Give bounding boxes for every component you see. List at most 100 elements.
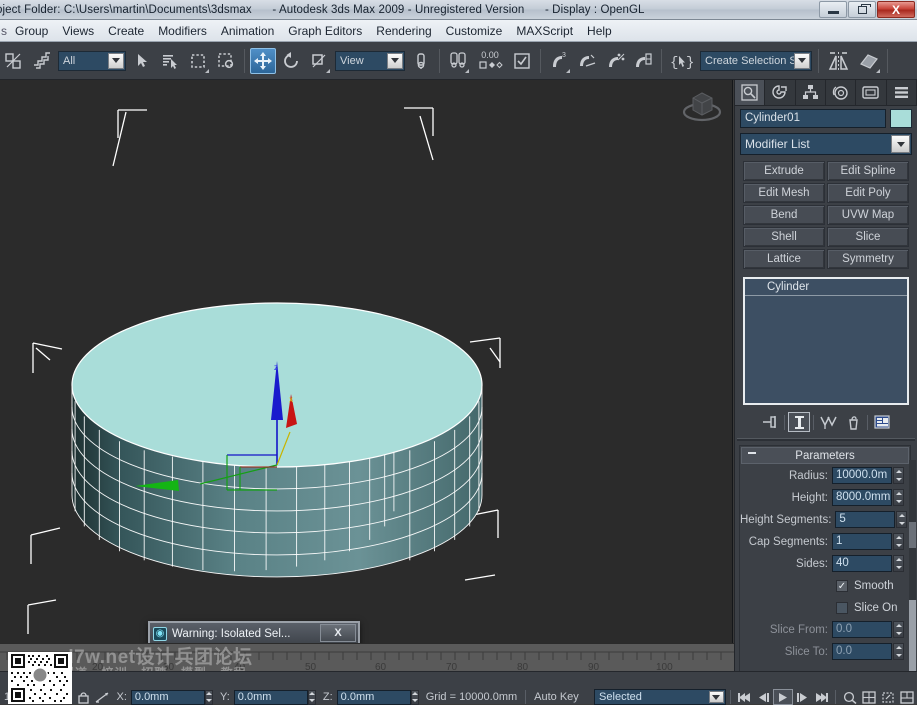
smooth-checkbox[interactable]: ✓ (836, 580, 848, 592)
dialog-close-button[interactable]: X (320, 624, 356, 642)
undo-icon[interactable] (1, 47, 27, 74)
angle-snap-value-icon[interactable]: 0.00 (473, 47, 507, 74)
restore-button[interactable] (848, 1, 876, 18)
named-selection-sets-icon[interactable]: {} (667, 47, 697, 74)
use-center-flyout-icon[interactable] (445, 47, 471, 74)
slice-from-spinner[interactable]: 0.0 (832, 621, 904, 638)
modifier-button-shell[interactable]: Shell (743, 227, 825, 247)
height-segments-stepper[interactable] (896, 511, 908, 528)
menu-item-help[interactable]: Help (580, 22, 619, 40)
tab-motion[interactable] (826, 80, 857, 105)
scrollbar-grip[interactable] (909, 522, 916, 548)
lock-selection-icon[interactable] (74, 689, 93, 705)
radius-stepper[interactable] (893, 467, 904, 484)
timeline-ruler[interactable]: 2030 4050 6070 8090 100 d7w.net设计兵团论坛 报道… (0, 643, 734, 671)
menu-item-customize[interactable]: Customize (439, 22, 510, 40)
menu-item-maxscript[interactable]: MAXScript (509, 22, 580, 40)
selection-filter-combo[interactable]: All (58, 50, 126, 71)
window-crossing-icon[interactable] (213, 47, 239, 74)
cap-segments-value[interactable]: 1 (832, 533, 892, 550)
chevron-down-icon[interactable] (108, 52, 124, 69)
object-color-swatch[interactable] (890, 109, 912, 128)
height-spinner[interactable]: 8000.0mm (832, 489, 904, 506)
modifier-button-slice[interactable]: Slice (827, 227, 909, 247)
selection-level-combo[interactable]: Selected (594, 689, 726, 705)
x-coordinate-stepper[interactable] (204, 689, 213, 705)
x-coordinate-field[interactable]: 0.0mm (130, 689, 205, 705)
modifier-stack-item-cylinder[interactable]: Cylinder (745, 279, 907, 296)
select-and-move-icon[interactable] (250, 47, 276, 74)
select-by-name-icon[interactable] (157, 47, 183, 74)
menu-item-clipped[interactable]: s (0, 22, 8, 40)
configure-modifier-sets-icon[interactable] (871, 412, 893, 432)
slice-to-stepper[interactable] (893, 643, 904, 660)
tab-display[interactable] (856, 80, 887, 105)
select-and-rotate-icon[interactable] (278, 47, 304, 74)
next-frame-button[interactable] (793, 689, 812, 705)
angle-snap-toggle-icon[interactable] (574, 47, 600, 74)
chevron-down-icon[interactable] (891, 135, 910, 153)
chevron-down-icon[interactable] (387, 52, 403, 69)
height-stepper[interactable] (893, 489, 904, 506)
cap-segments-stepper[interactable] (893, 533, 904, 550)
menu-item-rendering[interactable]: Rendering (369, 22, 438, 40)
scrollbar-thumb[interactable] (909, 600, 916, 680)
chevron-down-icon[interactable] (708, 691, 724, 703)
height-segments-spinner[interactable]: 5 (835, 511, 908, 528)
object-name-input[interactable]: Cylinder01 (740, 109, 886, 128)
tab-create[interactable] (735, 80, 766, 105)
tab-modify[interactable] (765, 80, 796, 105)
minimize-button[interactable] (819, 1, 847, 18)
zoom-all-button[interactable] (859, 689, 878, 705)
isolation-warning-dialog[interactable]: ◉ Warning: Isolated Sel... X Exit Isolat… (148, 621, 360, 643)
tab-utilities[interactable] (887, 80, 917, 105)
menu-item-modifiers[interactable]: Modifiers (151, 22, 214, 40)
previous-frame-button[interactable] (754, 689, 773, 705)
z-coordinate-field[interactable]: 0.0mm (336, 689, 411, 705)
y-coordinate-stepper[interactable] (307, 689, 316, 705)
play-animation-button[interactable] (773, 689, 793, 705)
y-coordinate-field[interactable]: 0.0mm (233, 689, 308, 705)
absolute-relative-mode-icon[interactable] (93, 689, 112, 705)
zoom-extents-button[interactable] (879, 689, 898, 705)
chevron-down-icon[interactable] (794, 52, 810, 69)
z-coordinate-stepper[interactable] (410, 689, 419, 705)
modifier-button-edit-mesh[interactable]: Edit Mesh (743, 183, 825, 203)
sides-stepper[interactable] (893, 555, 904, 572)
cap-segments-spinner[interactable]: 1 (832, 533, 904, 550)
modifier-button-lattice[interactable]: Lattice (743, 249, 825, 269)
rollout-header[interactable]: Parameters (741, 447, 909, 464)
percent-snap-toggle-icon[interactable] (602, 47, 628, 74)
slice-from-stepper[interactable] (893, 621, 904, 638)
modifier-button-edit-poly[interactable]: Edit Poly (827, 183, 909, 203)
slice-from-value[interactable]: 0.0 (832, 621, 892, 638)
height-value[interactable]: 8000.0mm (832, 489, 892, 506)
modifier-button-edit-spline[interactable]: Edit Spline (827, 161, 909, 181)
slice-on-checkbox[interactable] (836, 602, 848, 614)
auto-key-button[interactable]: Auto Key (530, 691, 594, 703)
go-to-start-button[interactable] (735, 689, 754, 705)
sides-spinner[interactable]: 40 (832, 555, 904, 572)
slice-to-spinner[interactable]: 0.0 (832, 643, 904, 660)
named-selection-set-field[interactable]: Create Selection Set (700, 50, 812, 71)
menu-item-views[interactable]: Views (55, 22, 101, 40)
slice-to-value[interactable]: 0.0 (832, 643, 892, 660)
menu-item-group[interactable]: Group (8, 22, 55, 40)
radius-spinner[interactable]: 10000.0m (832, 467, 904, 484)
remove-modifier-icon[interactable] (842, 412, 864, 432)
show-end-result-icon[interactable] (788, 412, 810, 432)
close-button[interactable]: X (877, 1, 915, 18)
select-object-icon[interactable] (129, 47, 155, 74)
menu-item-animation[interactable]: Animation (214, 22, 281, 40)
tab-hierarchy[interactable] (796, 80, 826, 105)
modifier-button-uvw-map[interactable]: UVW Map (827, 205, 909, 225)
snaps-toggle-icon[interactable]: 3 (546, 47, 572, 74)
sides-value[interactable]: 40 (832, 555, 892, 572)
make-unique-icon[interactable] (817, 412, 839, 432)
modifier-button-symmetry[interactable]: Symmetry (827, 249, 909, 269)
modifier-list-dropdown[interactable]: Modifier List (740, 133, 912, 155)
zoom-region-button[interactable] (898, 689, 917, 705)
command-panel-scrollbar[interactable] (909, 460, 916, 700)
rectangular-select-region-icon[interactable] (185, 47, 211, 74)
select-and-scale-icon[interactable] (306, 47, 332, 74)
